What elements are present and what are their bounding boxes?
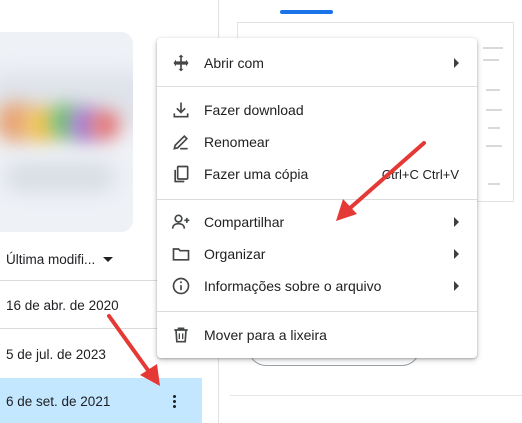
menu-item-label: Informações sobre o arquivo bbox=[204, 278, 382, 294]
menu-item-label: Fazer uma cópia bbox=[204, 166, 309, 182]
menu-item-share[interactable]: Compartilhar bbox=[157, 207, 477, 237]
pencil-icon bbox=[173, 134, 189, 150]
trash-icon bbox=[174, 327, 188, 343]
submenu-arrow-icon bbox=[454, 281, 459, 291]
text-line bbox=[488, 183, 500, 185]
caret-down-icon bbox=[103, 257, 114, 262]
move-icon bbox=[173, 54, 189, 72]
row-date: 16 de abr. de 2020 bbox=[6, 298, 119, 313]
download-icon bbox=[173, 102, 189, 118]
menu-item-label: Fazer download bbox=[204, 102, 304, 118]
text-line bbox=[486, 145, 502, 147]
person-add-icon bbox=[171, 214, 190, 229]
context-menu: Abrir com Fazer download Renomear Fazer … bbox=[157, 38, 477, 358]
folder-icon bbox=[172, 248, 190, 261]
menu-item-file-info[interactable]: Informações sobre o arquivo bbox=[157, 271, 477, 301]
menu-item-label: Renomear bbox=[204, 134, 270, 150]
submenu-arrow-icon bbox=[454, 58, 459, 68]
menu-item-make-copy[interactable]: Fazer uma cópia Ctrl+C Ctrl+V bbox=[157, 159, 477, 189]
menu-separator bbox=[157, 86, 477, 87]
copy-icon bbox=[174, 165, 189, 183]
more-actions-button[interactable] bbox=[165, 392, 183, 410]
submenu-arrow-icon bbox=[454, 217, 459, 227]
menu-item-label: Organizar bbox=[204, 246, 266, 262]
text-line bbox=[486, 109, 502, 111]
menu-item-label: Mover para a lixeira bbox=[204, 327, 327, 343]
menu-item-organize[interactable]: Organizar bbox=[157, 239, 477, 269]
active-tab-indicator bbox=[280, 10, 333, 14]
column-header-label: Última modifi... bbox=[6, 252, 96, 267]
row-date: 6 de set. de 2021 bbox=[6, 394, 111, 409]
sort-by-modified-header[interactable]: Última modifi... bbox=[6, 252, 114, 267]
submenu-arrow-icon bbox=[454, 249, 459, 259]
text-line bbox=[488, 127, 500, 129]
info-icon bbox=[172, 277, 190, 295]
menu-separator bbox=[157, 199, 477, 200]
file-thumbnail[interactable] bbox=[0, 32, 133, 232]
menu-item-open-with[interactable]: Abrir com bbox=[157, 48, 477, 78]
divider bbox=[230, 395, 522, 396]
row-date: 5 de jul. de 2023 bbox=[6, 347, 106, 362]
menu-separator bbox=[157, 311, 477, 312]
text-line bbox=[483, 59, 499, 61]
menu-item-label: Abrir com bbox=[204, 55, 264, 71]
text-line bbox=[483, 47, 503, 49]
table-row-selected[interactable]: 6 de set. de 2021 bbox=[0, 378, 202, 423]
menu-item-rename[interactable]: Renomear bbox=[157, 127, 477, 157]
text-line bbox=[486, 89, 500, 91]
menu-item-move-to-trash[interactable]: Mover para a lixeira bbox=[157, 320, 477, 350]
menu-item-download[interactable]: Fazer download bbox=[157, 95, 477, 125]
keyboard-shortcut: Ctrl+C Ctrl+V bbox=[381, 166, 459, 182]
menu-item-label: Compartilhar bbox=[204, 214, 285, 230]
